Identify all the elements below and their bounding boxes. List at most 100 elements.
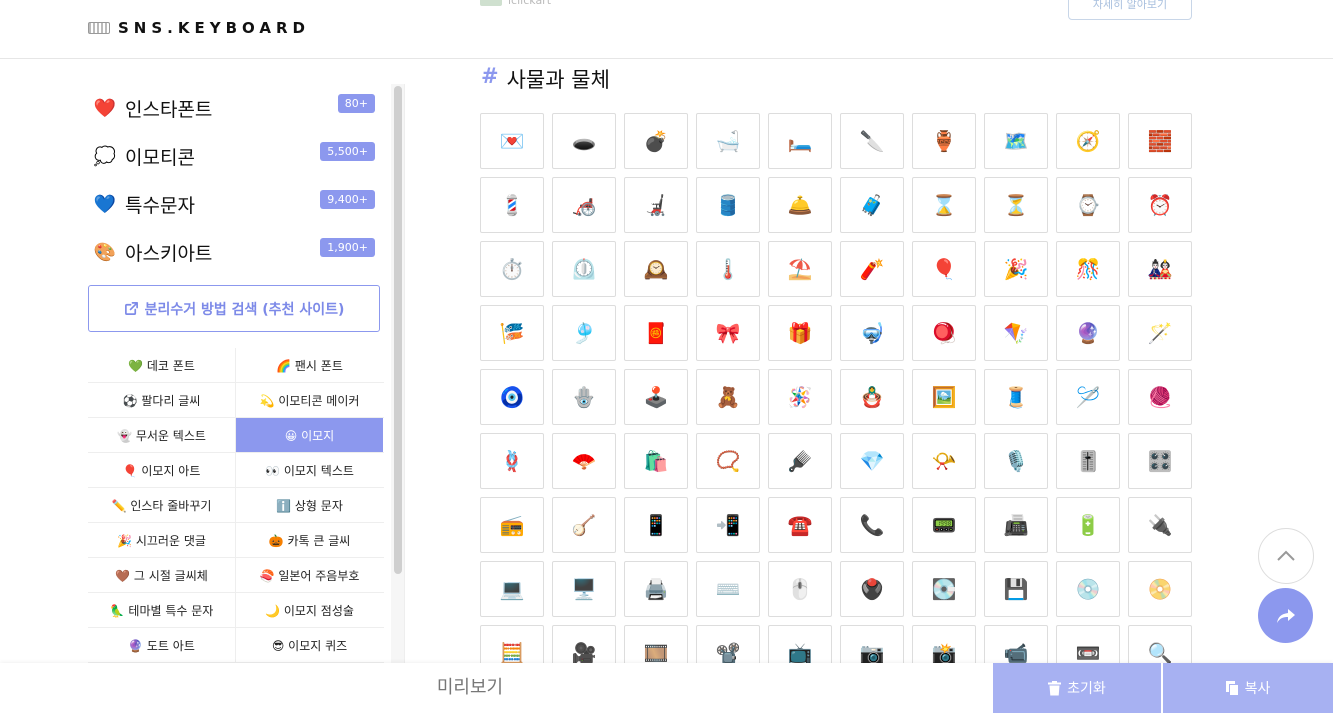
emoji-button[interactable]: 🪕 [552, 497, 616, 553]
emoji-button[interactable]: 🛁 [696, 113, 760, 169]
emoji-button[interactable]: 🪭 [552, 433, 616, 489]
emoji-button[interactable]: 🪢 [480, 433, 544, 489]
emoji-button[interactable]: 🕰️ [624, 241, 688, 297]
tool-link[interactable]: 🌈 팬시 폰트 [235, 348, 383, 382]
tool-link[interactable]: 👻 무서운 텍스트 [88, 418, 235, 452]
emoji-button[interactable]: 🧿 [480, 369, 544, 425]
emoji-button[interactable]: 🖥️ [552, 561, 616, 617]
emoji-button[interactable]: 📠 [984, 497, 1048, 553]
emoji-button[interactable]: 🎀 [696, 305, 760, 361]
emoji-button[interactable]: 🧱 [1128, 113, 1192, 169]
tool-link[interactable]: ℹ️ 상형 문자 [235, 488, 383, 522]
emoji-button[interactable]: 📞 [840, 497, 904, 553]
emoji-button[interactable]: 🪄 [1128, 305, 1192, 361]
tool-link[interactable]: 😀 이모지 [235, 418, 383, 452]
emoji-button[interactable]: 🔪 [840, 113, 904, 169]
emoji-button[interactable]: 🖼️ [912, 369, 976, 425]
tool-link[interactable]: ⚽ 팔다리 글씨 [88, 383, 235, 417]
emoji-button[interactable]: 🪀 [912, 305, 976, 361]
emoji-button[interactable]: 🦼 [624, 177, 688, 233]
sidebar-category[interactable]: 💙 특수문자 9,400+ [88, 180, 378, 228]
emoji-button[interactable]: 🪬 [552, 369, 616, 425]
emoji-button[interactable]: 🧨 [840, 241, 904, 297]
emoji-button[interactable]: 🔮 [1056, 305, 1120, 361]
emoji-button[interactable]: 🧭 [1056, 113, 1120, 169]
emoji-button[interactable]: 📯 [912, 433, 976, 489]
emoji-button[interactable]: 💾 [984, 561, 1048, 617]
tool-link[interactable]: 🎈 이모지 아트 [88, 453, 235, 487]
emoji-button[interactable]: 📿 [696, 433, 760, 489]
emoji-button[interactable]: 🧶 [1128, 369, 1192, 425]
emoji-button[interactable]: 💻 [480, 561, 544, 617]
emoji-button[interactable]: 📱 [624, 497, 688, 553]
brand-logo[interactable]: SNS.KEYBOARD [88, 19, 310, 37]
tool-link[interactable]: 🌙 이모지 점성술 [235, 593, 383, 627]
tool-link[interactable]: 👀 이모지 텍스트 [235, 453, 383, 487]
emoji-button[interactable]: 🪆 [840, 369, 904, 425]
tool-link[interactable]: 🤎 그 시절 글씨체 [88, 558, 235, 592]
preview-area[interactable]: 미리보기 [0, 663, 940, 713]
emoji-button[interactable]: ⏰ [1128, 177, 1192, 233]
scroll-top-button[interactable] [1258, 528, 1314, 584]
emoji-button[interactable]: ⏳ [984, 177, 1048, 233]
emoji-button[interactable]: 🎊 [1056, 241, 1120, 297]
emoji-button[interactable]: 💿 [1056, 561, 1120, 617]
emoji-button[interactable]: ⌨️ [696, 561, 760, 617]
emoji-button[interactable]: 💌 [480, 113, 544, 169]
emoji-button[interactable]: 🦽 [552, 177, 616, 233]
emoji-button[interactable]: 📀 [1128, 561, 1192, 617]
emoji-button[interactable]: ⏱️ [480, 241, 544, 297]
emoji-button[interactable]: 💎 [840, 433, 904, 489]
tool-link[interactable]: 😎 이모지 퀴즈 [235, 628, 383, 662]
emoji-button[interactable]: 📟 [912, 497, 976, 553]
emoji-button[interactable]: 🪅 [768, 369, 832, 425]
emoji-button[interactable]: 🛎️ [768, 177, 832, 233]
emoji-button[interactable]: 📻 [480, 497, 544, 553]
emoji-button[interactable]: 🪮 [768, 433, 832, 489]
emoji-button[interactable]: 🎙️ [984, 433, 1048, 489]
emoji-button[interactable]: 🌡️ [696, 241, 760, 297]
sidebar-category[interactable]: 💭 이모티콘 5,500+ [88, 132, 378, 180]
emoji-button[interactable]: 🤿 [840, 305, 904, 361]
tool-link[interactable]: ✏️ 인스타 줄바꾸기 [88, 488, 235, 522]
search-site-button[interactable]: 분리수거 방법 검색 (추천 사이트) [88, 285, 380, 332]
emoji-button[interactable]: 🕹️ [624, 369, 688, 425]
ad-banner[interactable]: lclickart [480, 0, 551, 7]
emoji-button[interactable]: 📲 [696, 497, 760, 553]
emoji-button[interactable]: 🪡 [1056, 369, 1120, 425]
sidebar-category[interactable]: ❤️ 인스타폰트 80+ [88, 84, 378, 132]
emoji-button[interactable]: 🔋 [1056, 497, 1120, 553]
copy-button[interactable]: 복사 [1163, 663, 1333, 713]
tool-link[interactable]: 🎃 카톡 큰 글씨 [235, 523, 383, 557]
emoji-button[interactable]: 🧳 [840, 177, 904, 233]
emoji-button[interactable]: 💈 [480, 177, 544, 233]
emoji-button[interactable]: 🎈 [912, 241, 976, 297]
emoji-button[interactable]: 🛏️ [768, 113, 832, 169]
tool-link[interactable]: 💫 이모티콘 메이커 [235, 383, 383, 417]
tool-link[interactable]: 🍣 일본어 주음부호 [235, 558, 383, 592]
emoji-button[interactable]: 🎛️ [1128, 433, 1192, 489]
reset-button[interactable]: 초기화 [993, 663, 1161, 713]
emoji-button[interactable]: 🧵 [984, 369, 1048, 425]
emoji-button[interactable]: 🎚️ [1056, 433, 1120, 489]
emoji-button[interactable]: 🎉 [984, 241, 1048, 297]
emoji-button[interactable]: ⌛ [912, 177, 976, 233]
ad-details-button[interactable]: 자세히 알아보기 [1068, 0, 1192, 20]
emoji-button[interactable]: 🕳️ [552, 113, 616, 169]
emoji-button[interactable]: 🔌 [1128, 497, 1192, 553]
emoji-button[interactable]: 🖱️ [768, 561, 832, 617]
emoji-button[interactable]: 🧧 [624, 305, 688, 361]
emoji-button[interactable]: 🗺️ [984, 113, 1048, 169]
tool-link[interactable]: 🔮 도트 아트 [88, 628, 235, 662]
emoji-button[interactable]: 💣 [624, 113, 688, 169]
emoji-button[interactable]: 🎏 [480, 305, 544, 361]
emoji-button[interactable]: 🛢️ [696, 177, 760, 233]
emoji-button[interactable]: 🖲️ [840, 561, 904, 617]
emoji-button[interactable]: 🖨️ [624, 561, 688, 617]
tool-link[interactable]: 🎉 시끄러운 댓글 [88, 523, 235, 557]
emoji-button[interactable]: ⛱️ [768, 241, 832, 297]
share-button[interactable] [1258, 588, 1313, 643]
sidebar-category[interactable]: 🎨 아스키아트 1,900+ [88, 228, 378, 276]
emoji-button[interactable]: 🎐 [552, 305, 616, 361]
tool-link[interactable]: 🦜 테마별 특수 문자 [88, 593, 235, 627]
